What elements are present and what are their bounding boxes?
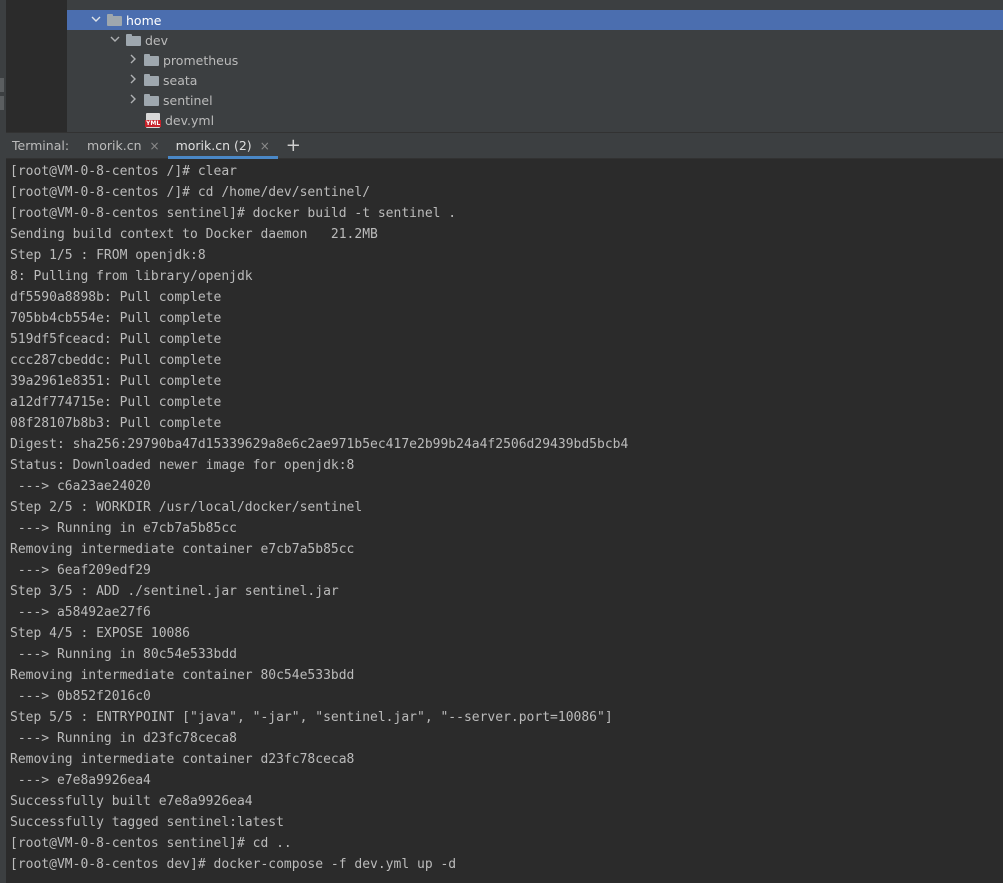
terminal-line: ---> e7e8a9926ea4 [10,773,151,788]
folder-icon [126,34,141,46]
folder-icon [144,94,159,106]
terminal-line: Digest: sha256:29790ba47d15339629a8e6c2a… [10,437,629,452]
add-terminal-button[interactable]: + [286,132,301,159]
terminal-line: df5590a8898b: Pull complete [10,290,222,305]
terminal-line: Sending build context to Docker daemon 2… [10,227,378,242]
project-tree: home dev prometheus seata sentinel YML d… [67,0,1003,132]
tree-item-label: dev.yml [165,112,215,128]
tree-item-dev-yml[interactable]: YML dev.yml [67,110,1003,130]
terminal-tab-label: morik.cn [87,138,142,153]
ide-window: home dev prometheus seata sentinel YML d… [0,0,1003,883]
terminal-line: 08f28107b8b3: Pull complete [10,416,222,431]
terminal-line: a12df774715e: Pull complete [10,395,222,410]
folder-icon [144,74,159,86]
terminal-line: Removing intermediate container d23fc78c… [10,752,355,767]
terminal-tab-label: morik.cn (2) [175,138,252,153]
chevron-right-icon[interactable] [126,93,140,107]
terminal-line: ccc287cbeddc: Pull complete [10,353,222,368]
tree-item-seata[interactable]: seata [67,70,1003,90]
terminal-tab-bar: Terminal: morik.cn × morik.cn (2) × + [6,132,1003,159]
terminal-line: [root@VM-0-8-centos dev]# docker-compose… [10,857,457,872]
terminal-line: Step 4/5 : EXPOSE 10086 [10,626,191,641]
terminal-line: Step 3/5 : ADD ./sentinel.jar sentinel.j… [10,584,339,599]
terminal-line: [root@VM-0-8-centos sentinel]# docker bu… [10,206,457,221]
close-icon[interactable]: × [150,139,160,153]
left-gutter [6,0,67,132]
terminal-line: ---> Running in e7cb7a5b85cc [10,521,237,536]
terminal-line: ---> Running in 80c54e533bdd [10,647,237,662]
tree-item-sentinel[interactable]: sentinel [67,90,1003,110]
tree-item-label: prometheus [163,52,239,68]
tool-strip-marker[interactable] [0,78,4,92]
terminal-line: Step 2/5 : WORKDIR /usr/local/docker/sen… [10,500,363,515]
terminal-line: ---> Running in d23fc78ceca8 [10,731,237,746]
terminal-output[interactable]: [root@VM-0-8-centos /]# clear [root@VM-0… [6,159,1003,883]
chevron-down-icon[interactable] [89,13,103,27]
tree-item-prometheus[interactable]: prometheus [67,50,1003,70]
terminal-line: ---> 6eaf209edf29 [10,563,151,578]
terminal-line: [root@VM-0-8-centos sentinel]# cd .. [10,836,292,851]
close-icon[interactable]: × [260,139,270,153]
tree-item-label: sentinel [163,92,213,108]
terminal-line: ---> a58492ae27f6 [10,605,151,620]
tree-item-home[interactable]: home [67,10,1003,30]
terminal-line: 8: Pulling from library/openjdk [10,269,253,284]
tool-strip-marker[interactable] [0,96,4,110]
terminal-line: Successfully built e7e8a9926ea4 [10,794,253,809]
terminal-line: [root@VM-0-8-centos /]# clear [10,164,237,179]
terminal-line: 519df5fceacd: Pull complete [10,332,222,347]
terminal-line: Removing intermediate container e7cb7a5b… [10,542,355,557]
terminal-line: ---> c6a23ae24020 [10,479,151,494]
terminal-tab[interactable]: morik.cn × [79,132,168,159]
chevron-right-icon[interactable] [126,53,140,67]
tree-item-label: home [126,12,162,28]
terminal-line: ---> 0b852f2016c0 [10,689,151,704]
tree-item-label: dev [145,32,169,48]
tree-item-dev[interactable]: dev [67,30,1003,50]
terminal-line: Status: Downloaded newer image for openj… [10,458,355,473]
terminal-line: Step 5/5 : ENTRYPOINT ["java", "-jar", "… [10,710,613,725]
tree-top-edge [67,0,1003,10]
chevron-down-icon[interactable] [108,33,122,47]
yml-file-icon: YML [145,112,162,128]
folder-icon [144,54,159,66]
folder-icon [107,14,122,26]
terminal-tab-active[interactable]: morik.cn (2) × [167,132,278,159]
terminal-line: Successfully tagged sentinel:latest [10,815,284,830]
yml-badge: YML [145,119,162,127]
terminal-line: Removing intermediate container 80c54e53… [10,668,355,683]
tree-item-label: seata [163,72,198,88]
terminal-line: 705bb4cb554e: Pull complete [10,311,222,326]
terminal-line: [root@VM-0-8-centos /]# cd /home/dev/sen… [10,185,371,200]
chevron-right-icon[interactable] [126,73,140,87]
terminal-label: Terminal: [12,138,70,153]
terminal-line: 39a2961e8351: Pull complete [10,374,222,389]
terminal-line: Step 1/5 : FROM openjdk:8 [10,248,206,263]
